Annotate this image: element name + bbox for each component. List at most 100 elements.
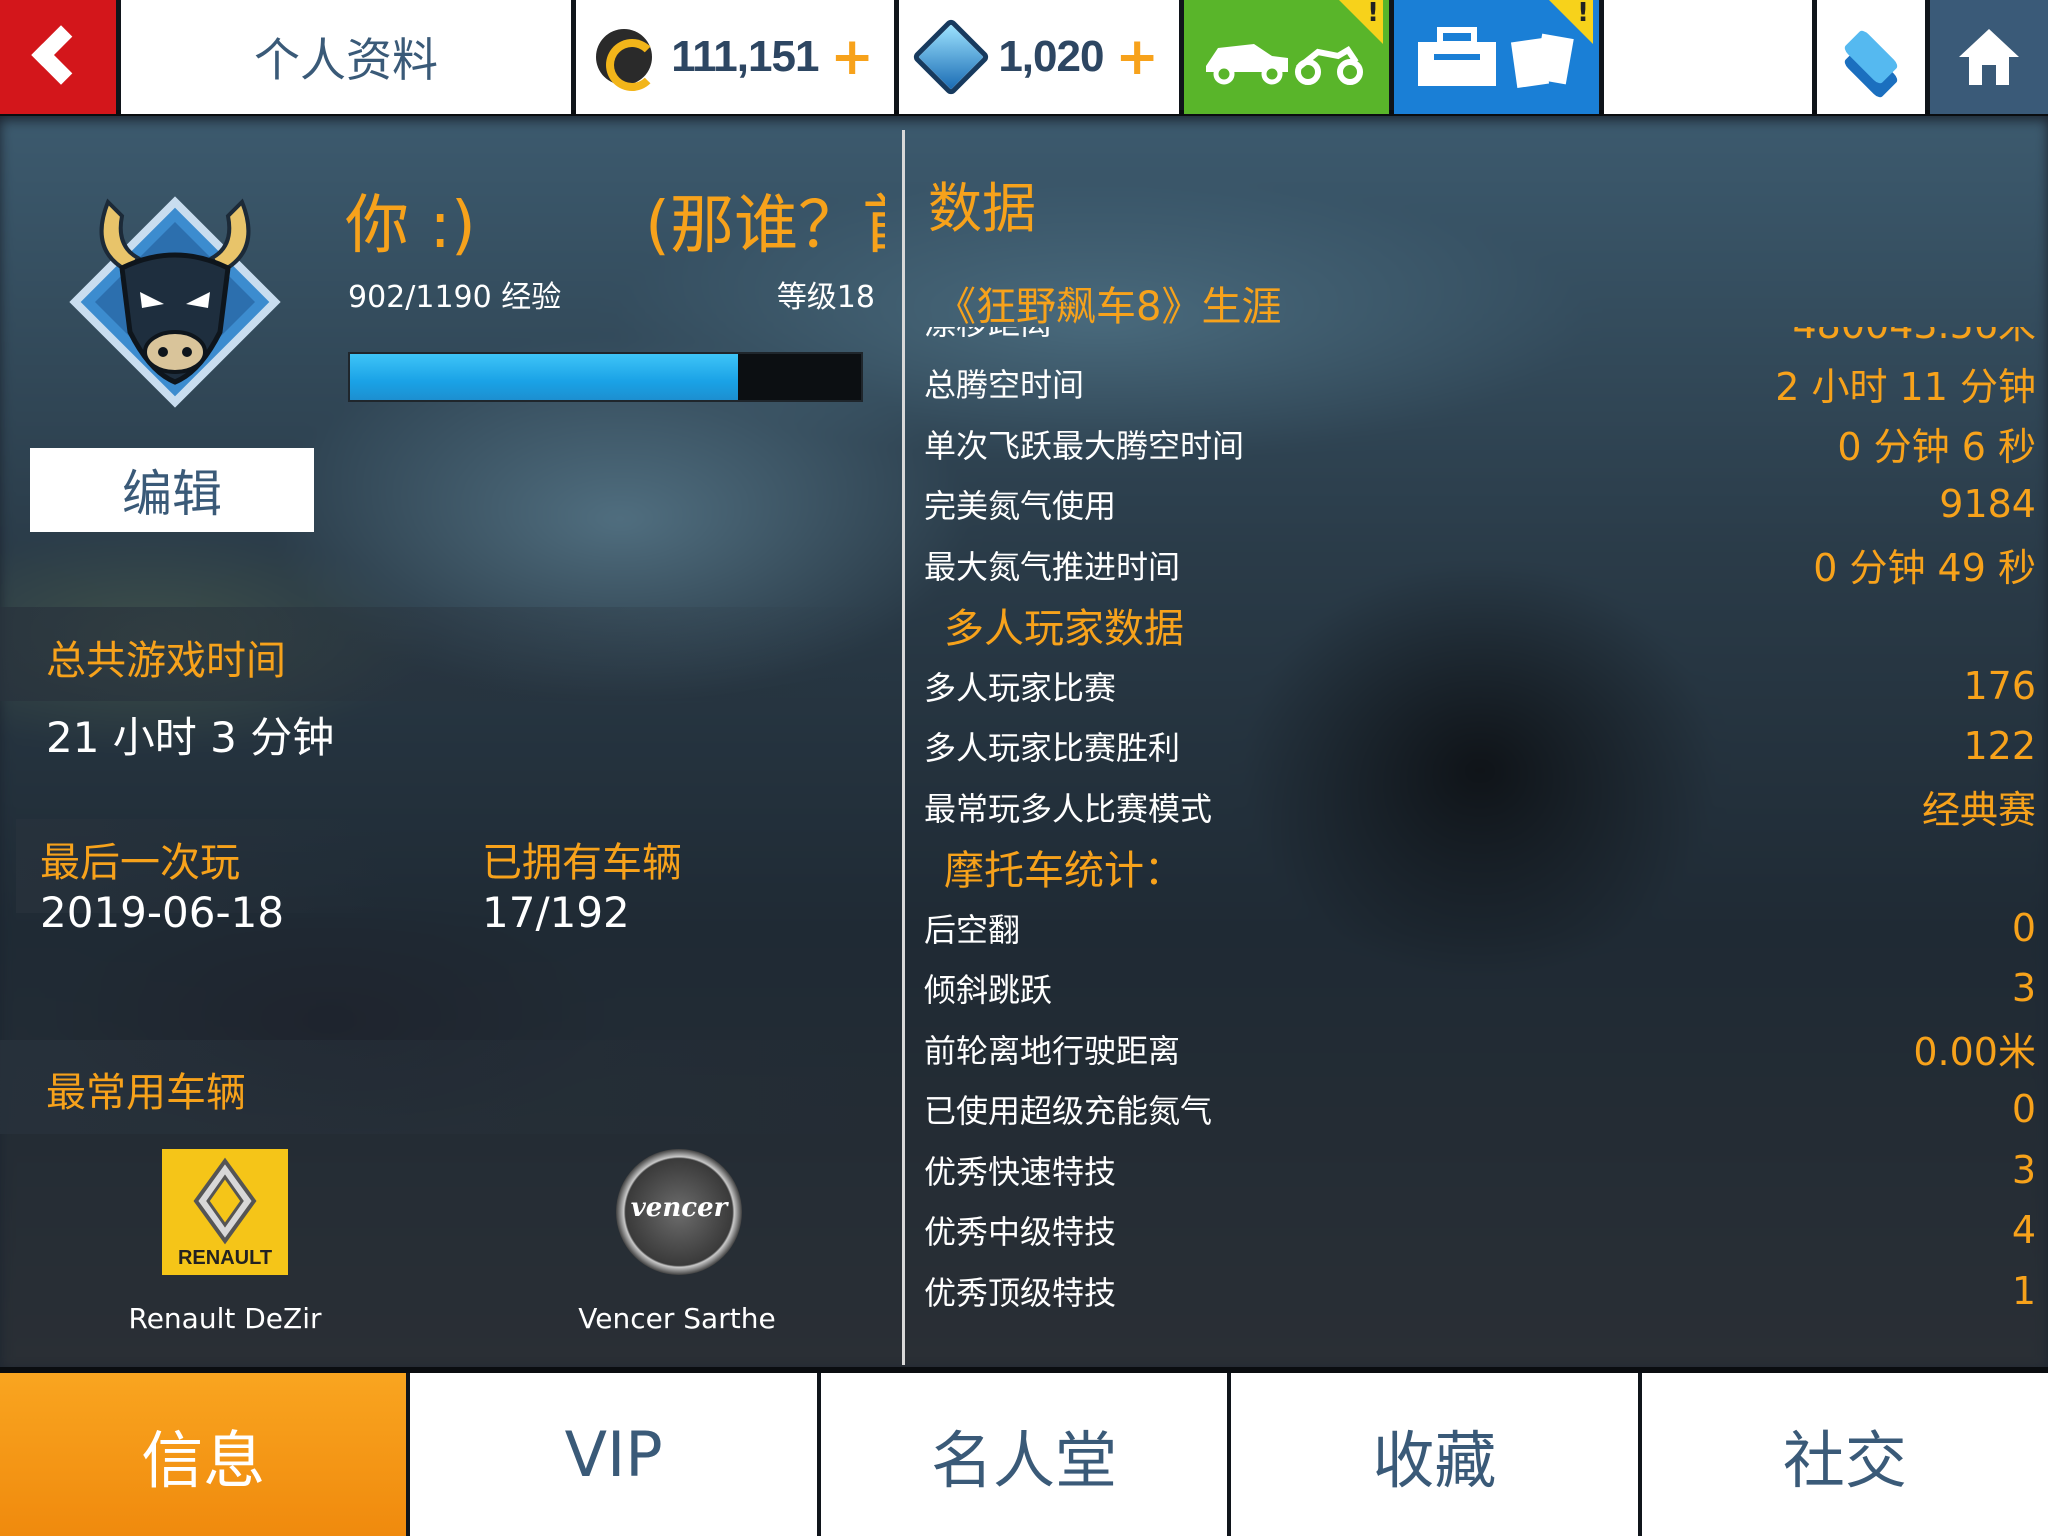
stat-value: 3 xyxy=(2011,1147,2036,1192)
credits-counter[interactable]: 111,151 + xyxy=(576,0,894,114)
player-name: 你 :) xyxy=(345,189,476,263)
stat-value: 4 xyxy=(2011,1208,2036,1253)
stats-section-title: 多人玩家数据 xyxy=(944,606,1184,653)
tokens-gem-icon xyxy=(911,17,991,97)
page-title: 个人资料 xyxy=(121,0,571,114)
stat-row: 优秀顶级特技 1 xyxy=(924,1261,2036,1322)
stat-label: 完美氮气使用 xyxy=(924,487,1117,526)
stat-value: 0 xyxy=(2011,905,2036,950)
favorite-car-1-name: Renault DeZir xyxy=(128,1302,322,1335)
garage-button[interactable]: ! xyxy=(1184,0,1389,114)
stat-value: 480043.56米 xyxy=(1793,327,2037,349)
add-tokens-button[interactable]: + xyxy=(1115,27,1159,87)
stat-value: 2 小时 11 分钟 xyxy=(1775,364,2036,409)
stats-section-title: 摩托车统计： xyxy=(944,848,1184,895)
stat-row: 最常玩多人比赛模式 经典赛 xyxy=(924,777,2036,838)
tab-vip[interactable]: VIP xyxy=(410,1373,821,1536)
stat-value: 122 xyxy=(1963,724,2036,769)
renault-logo-icon[interactable]: RENAULT xyxy=(162,1149,288,1275)
stat-row: 倾斜跳跃 3 xyxy=(924,958,2036,1019)
stats-section-header: 多人玩家数据 xyxy=(924,595,2036,656)
stat-value: 3 xyxy=(2011,966,2036,1011)
credits-value: 111,151 xyxy=(671,32,819,81)
owned-cars-value: 17/192 xyxy=(482,888,630,937)
stats-panel: 数据 《狂野飙车8》生涯 漂移距离 480043.56米 总腾空时间 2 小时 1… xyxy=(908,122,2048,1367)
stat-row: 已使用超级充能氮气 0 xyxy=(924,1079,2036,1140)
stat-label: 单次飞跃最大腾空时间 xyxy=(924,426,1245,465)
stats-section-header: 摩托车统计： xyxy=(924,837,2036,898)
stat-row: 单次飞跃最大腾空时间 0 分钟 6 秒 xyxy=(924,414,2036,475)
bull-emblem-icon xyxy=(69,196,281,408)
tab-collection[interactable]: 收藏 xyxy=(1231,1373,1642,1536)
xp-progress-fill xyxy=(350,354,739,400)
total-time-value: 21 小时 3 分钟 xyxy=(46,713,335,762)
back-arrow-icon xyxy=(31,25,91,85)
xp-progress-bar xyxy=(348,352,863,402)
back-button[interactable] xyxy=(0,0,116,114)
stat-row: 多人玩家比赛 176 xyxy=(924,656,2036,717)
tokens-value: 1,020 xyxy=(998,32,1104,81)
home-button[interactable] xyxy=(1930,0,2048,114)
stat-label: 后空翻 xyxy=(924,910,1021,949)
stat-value: 0 分钟 49 秒 xyxy=(1813,546,2036,591)
renault-logo-text: RENAULT xyxy=(177,1247,273,1269)
credits-coin-icon xyxy=(596,29,658,91)
stat-label: 优秀顶级特技 xyxy=(924,1273,1117,1312)
stat-label: 多人玩家比赛胜利 xyxy=(924,729,1181,768)
edit-profile-button[interactable]: 编辑 xyxy=(30,448,314,532)
level-text: 等级18 xyxy=(776,280,875,315)
stat-label: 优秀中级特技 xyxy=(924,1213,1117,1252)
favorite-car-2-name: Vencer Sarthe xyxy=(578,1302,776,1335)
total-time-label: 总共游戏时间 xyxy=(46,638,286,684)
last-played-value: 2019-06-18 xyxy=(40,888,285,937)
home-icon xyxy=(1959,29,2019,85)
stat-label: 优秀快速特技 xyxy=(924,1152,1117,1191)
stat-label: 总腾空时间 xyxy=(924,366,1085,405)
stat-value: 176 xyxy=(1963,663,2036,708)
stat-row: 总腾空时间 2 小时 11 分钟 xyxy=(924,353,2036,414)
stat-row: 最大氮气推进时间 0 分钟 49 秒 xyxy=(924,535,2036,596)
add-credits-button[interactable]: + xyxy=(830,27,874,87)
stat-row: 多人玩家比赛胜利 122 xyxy=(924,716,2036,777)
stat-value: 0 分钟 6 秒 xyxy=(1837,425,2036,470)
tab-info[interactable]: 信息 xyxy=(0,1373,411,1536)
career-section-title: 《狂野飙车8》生涯 xyxy=(936,284,1282,330)
vencer-logo-text: vencer xyxy=(630,1193,728,1223)
top-bar: 个人资料 111,151 + 1,020 + ! ! xyxy=(0,0,2048,116)
stat-label: 倾斜跳跃 xyxy=(924,971,1053,1010)
tab-hall-of-fame[interactable]: 名人堂 xyxy=(820,1373,1232,1536)
tab-social[interactable]: 社交 xyxy=(1641,1373,2048,1536)
topbar-spacer xyxy=(1604,0,1812,114)
cloud-sync-icon xyxy=(1841,27,1901,100)
stat-label: 多人玩家比赛 xyxy=(924,668,1117,707)
panel-divider xyxy=(902,130,905,1365)
stat-row: 后空翻 0 xyxy=(924,898,2036,959)
sync-button[interactable] xyxy=(1817,0,1925,114)
shop-alert-mark: ! xyxy=(1577,0,1589,28)
garage-alert-mark: ! xyxy=(1367,0,1379,28)
stats-title: 数据 xyxy=(928,177,1036,240)
stat-value: 0 xyxy=(2011,1087,2036,1132)
stat-label: 已使用超级充能氮气 xyxy=(924,1092,1213,1131)
shop-button[interactable]: ! xyxy=(1394,0,1599,114)
stat-value: 0.00米 xyxy=(1913,1030,2036,1075)
stat-value: 1 xyxy=(2011,1268,2036,1313)
stat-row-partial: 漂移距离 480043.56米 xyxy=(924,327,2036,353)
owned-cars-label: 已拥有车辆 xyxy=(482,840,682,886)
stat-label: 漂移距离 xyxy=(924,327,1793,344)
stat-value: 经典赛 xyxy=(1921,788,2036,833)
vencer-logo-icon[interactable]: vencer xyxy=(616,1149,742,1275)
bottom-tab-bar: 信息 VIP 名人堂 收藏 社交 xyxy=(0,1373,2048,1536)
last-played-label: 最后一次玩 xyxy=(40,840,240,886)
stat-value: 9184 xyxy=(1939,482,2036,527)
xp-progress-text: 902/1190 经验 xyxy=(348,280,562,315)
stat-row: 优秀中级特技 4 xyxy=(924,1200,2036,1261)
tokens-counter[interactable]: 1,020 + xyxy=(899,0,1179,114)
stat-row: 优秀快速特技 3 xyxy=(924,1140,2036,1201)
stat-label: 最常玩多人比赛模式 xyxy=(924,789,1213,828)
stat-label: 最大氮气推进时间 xyxy=(924,547,1181,586)
stat-row: 前轮离地行驶距离 0.00米 xyxy=(924,1019,2036,1080)
stats-scroll-list[interactable]: 漂移距离 480043.56米 总腾空时间 2 小时 11 分钟单次飞跃最大腾空时… xyxy=(924,327,2036,1367)
player-alias: (那谁？首 xyxy=(645,189,885,263)
stat-label: 前轮离地行驶距离 xyxy=(924,1031,1181,1070)
